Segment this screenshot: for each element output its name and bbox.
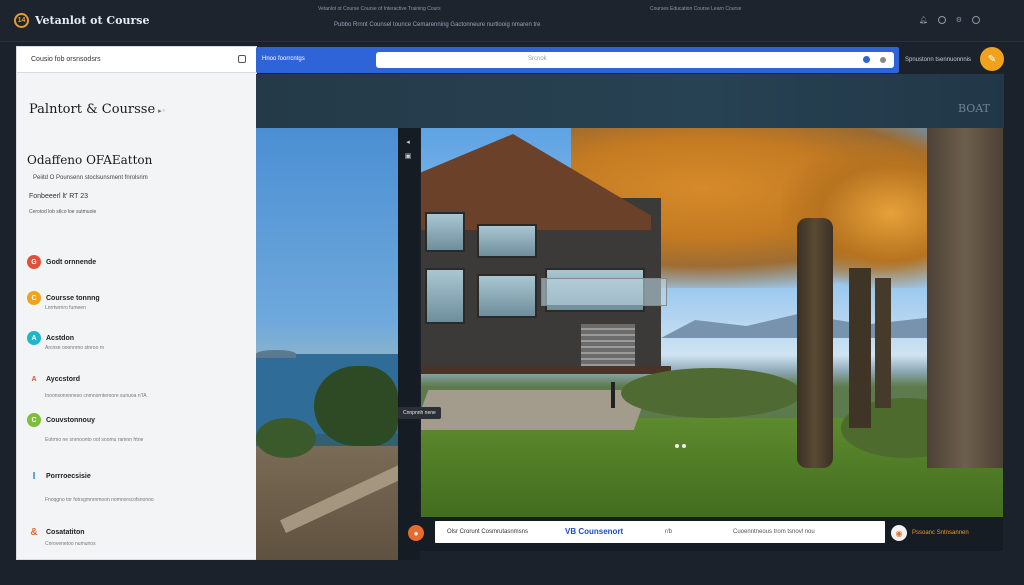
top-bar: 14 Vetanlot ot Course Vetanlot ot Course… xyxy=(0,0,1024,42)
bottom-field-1: Olsr Crorunt Cosmrutasnmsns xyxy=(447,529,529,535)
bottom-field-3: r/b xyxy=(665,529,673,535)
bottom-field-4: Cuoenntneous trom tsnovl nou xyxy=(733,529,815,535)
bottom-right-text: Pssoanc Sntnsannen xyxy=(912,530,969,536)
panel-title: Palntort & Coursse ▸◦ xyxy=(29,102,166,117)
window xyxy=(477,224,537,258)
far-hill xyxy=(256,350,296,358)
help-icon[interactable] xyxy=(937,16,946,24)
tree-trunk xyxy=(797,218,833,468)
item-label: Godt ornnende xyxy=(46,258,97,266)
panel-item-3[interactable]: A Ayccstord xyxy=(27,372,80,386)
top-info-line: Vetanlot ot Course Course of Interactive… xyxy=(318,6,441,12)
top-subtitle[interactable]: Pubbo Rrnnt Counsel tounce Cemarenning G… xyxy=(334,22,540,28)
window xyxy=(477,274,537,318)
deck xyxy=(421,366,671,374)
panel-line-2: Fonbeeerl lt’ RT 23 xyxy=(29,193,89,200)
tree-trunk-large xyxy=(927,128,1003,468)
item-icon: & xyxy=(30,526,38,538)
brand-name: Vetanlot ot Course xyxy=(35,14,150,27)
item-icon: G xyxy=(27,255,41,269)
item-icon: A xyxy=(31,375,37,383)
item-sub: Inoonsonnnneso cnmnornteroore sunuoa nTA xyxy=(45,393,147,399)
panel-item-5[interactable]: I Porrroecsisie xyxy=(27,469,91,483)
panel-item-0[interactable]: G Godt ornnende xyxy=(27,255,96,269)
panel-subheading: Odaffeno OFAEatton xyxy=(27,153,153,167)
panel-item-6[interactable]: & Cosatatiton xyxy=(27,525,85,539)
pencil-icon: ✎ xyxy=(987,53,997,65)
item-icon: A xyxy=(27,331,41,345)
item-icon: C xyxy=(27,413,41,427)
left-search-bar[interactable]: Cousio fob orsnsodsrs xyxy=(17,47,256,73)
side-image xyxy=(256,128,398,560)
url-input-text: Srcnok xyxy=(528,56,547,62)
hero-band: BOAT xyxy=(256,74,1004,128)
item-label: Cosatatiton xyxy=(46,528,85,536)
panel-item-1[interactable]: C Coursse tonnng xyxy=(27,291,100,305)
item-label: Porrroecsisie xyxy=(46,472,91,480)
expand-icon[interactable]: ◂ xyxy=(403,138,413,146)
record-icon[interactable] xyxy=(863,56,870,63)
camera-icon[interactable]: ▣ xyxy=(403,152,413,160)
band-label: BOAT xyxy=(958,102,990,115)
tree-trunk xyxy=(875,278,891,408)
left-panel: Cousio fob orsnsodsrs Palntort & Coursse… xyxy=(16,46,257,560)
tree xyxy=(314,366,398,446)
top-icons: 🔔︎ ⚙︎ xyxy=(919,16,980,24)
item-label: Acstdon xyxy=(46,334,74,342)
avatar[interactable]: ✎ xyxy=(980,47,1004,71)
window xyxy=(425,212,465,252)
bush xyxy=(621,368,801,418)
panel-title-text: Palntort & Coursse xyxy=(29,102,156,117)
url-input[interactable]: Srcnok xyxy=(376,52,894,68)
item-sub: Arcnse ooonnrno stnroo rn xyxy=(45,345,105,351)
glass-railing xyxy=(541,278,667,306)
bell-icon[interactable]: 🔔︎ xyxy=(919,16,928,24)
item-sub: Cnrovenetoo numunos xyxy=(45,541,96,547)
item-sub: Eotrmo ne snrnoonto oot soomu ramnn frtn… xyxy=(45,437,144,443)
lamp-post xyxy=(611,382,615,408)
main-image[interactable] xyxy=(421,128,1003,520)
account-label[interactable]: Spnustonn tsennuonnnis xyxy=(905,57,971,63)
bottom-right-action[interactable]: ◉ Pssoanc Sntnsannen xyxy=(891,525,969,541)
bottom-bar: ● Olsr Crorunt Cosmrutasnmsns VB Counsen… xyxy=(398,517,1003,551)
panel-item-4[interactable]: C Couvstonnouy xyxy=(27,413,95,427)
bottom-field-2: VB Counsenort xyxy=(565,527,624,536)
bottom-input[interactable]: Olsr Crorunt Cosmrutasnmsns VB Counsenor… xyxy=(435,521,885,543)
url-bar: Hnoo foorrcntgs Srcnok xyxy=(256,47,899,73)
chevron-right-icon[interactable]: ▸◦ xyxy=(158,107,166,115)
left-search-text: Cousio fob orsnsodsrs xyxy=(31,56,101,63)
url-tab[interactable]: Hnoo foorrcntgs xyxy=(262,56,305,62)
chat-icon: ◉ xyxy=(891,525,907,541)
square-icon[interactable] xyxy=(238,55,246,63)
settings-icon[interactable]: ⚙︎ xyxy=(956,16,962,24)
panel-line-1: Peiitd O Pounsenn stoclsunsment fnrolsri… xyxy=(33,175,148,181)
stairs xyxy=(581,324,635,370)
top-info-line-right: Courses Education Course Learn Course xyxy=(650,6,742,12)
brand[interactable]: 14 Vetanlot ot Course xyxy=(14,13,149,28)
item-icon: I xyxy=(32,470,36,482)
dot-icon[interactable] xyxy=(675,444,679,448)
carousel-dots[interactable] xyxy=(675,444,689,450)
item-sub: Fnoqgno tor fotrsgmnrnmoon nomnorscofsno… xyxy=(45,497,154,503)
image-tooltip[interactable]: Cnnpnnh nene xyxy=(398,407,441,419)
flame-icon[interactable]: ● xyxy=(408,525,424,541)
panel-line-3: Cerotod lob stlco loe sutmuole xyxy=(29,209,97,215)
panel-item-2[interactable]: A Acstdon xyxy=(27,331,74,345)
toolbar-strip: ◂ ▣ xyxy=(398,128,420,560)
item-icon: C xyxy=(27,291,41,305)
shrub xyxy=(256,418,316,458)
brand-logo-icon: 14 xyxy=(14,13,29,28)
item-label: Couvstonnouy xyxy=(46,416,95,424)
tree-trunk xyxy=(849,268,871,428)
window xyxy=(425,268,465,324)
menu-dot-icon[interactable] xyxy=(880,57,886,63)
dot-icon[interactable] xyxy=(682,444,686,448)
item-sub: Lnrrtwrnro fumeen xyxy=(45,305,86,311)
user-icon[interactable] xyxy=(972,16,980,24)
item-label: Ayccstord xyxy=(46,375,80,383)
item-label: Coursse tonnng xyxy=(46,294,100,302)
